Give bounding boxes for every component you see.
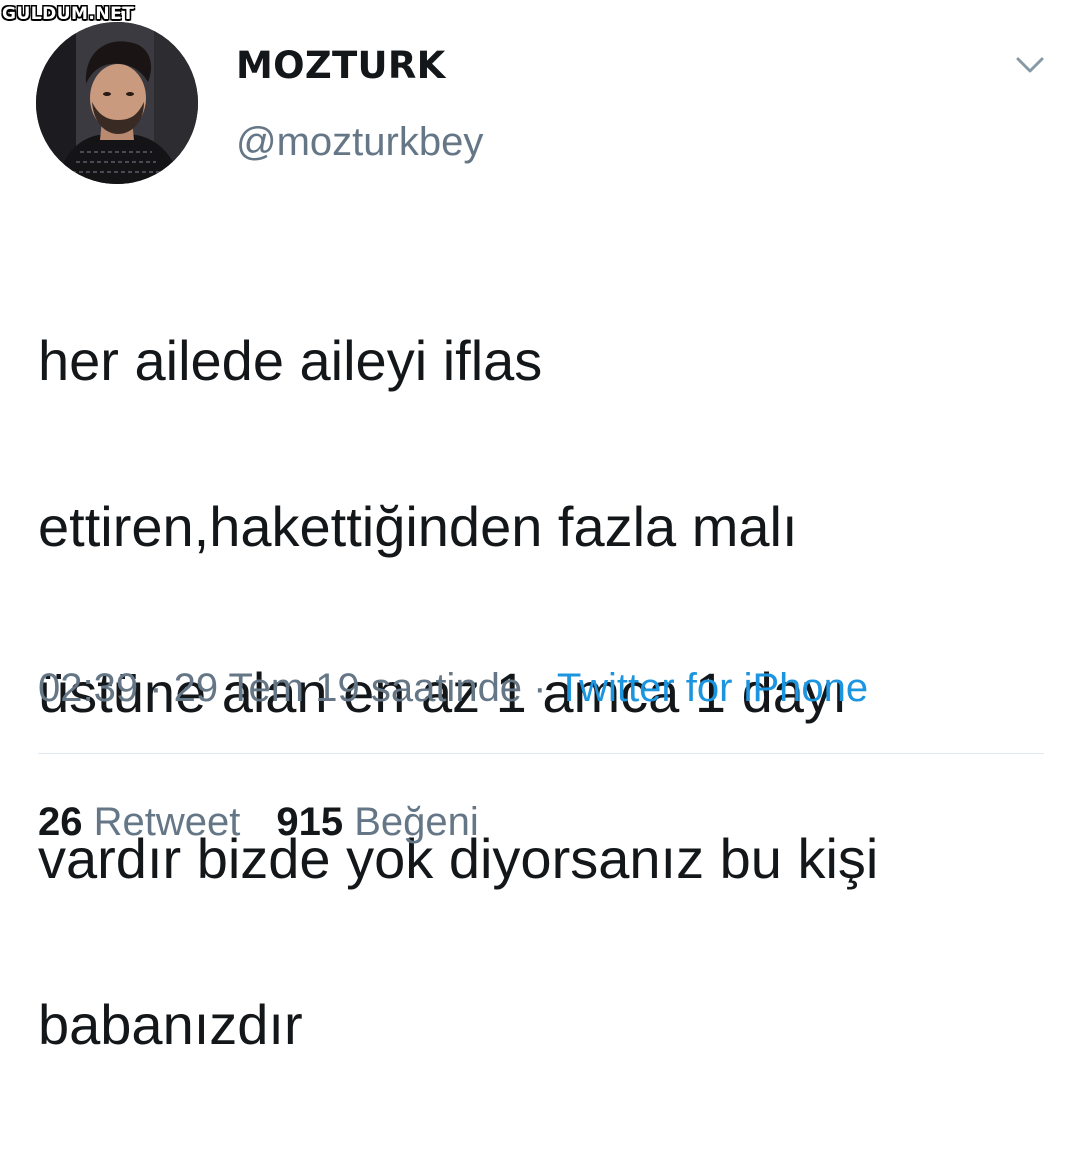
- like-label: Beğeni: [354, 800, 479, 844]
- tweet-source-link[interactable]: Twitter for iPhone: [557, 666, 868, 710]
- meta-separator: ·: [522, 666, 557, 710]
- retweet-label: Retweet: [93, 800, 241, 844]
- tweet-date[interactable]: 29 Tem 19 saatinde: [174, 666, 522, 710]
- divider: [38, 753, 1044, 754]
- user-handle[interactable]: @mozturkbey: [236, 120, 483, 165]
- profile-photo: [36, 22, 198, 184]
- like-count-number: 915: [276, 800, 344, 844]
- tweet-meta: 02:39 · 29 Tem 19 saatinde · Twitter for…: [38, 666, 868, 711]
- meta-separator: ·: [138, 666, 174, 710]
- retweet-count-number: 26: [38, 800, 83, 844]
- display-name[interactable]: MOZTURK: [236, 44, 446, 87]
- like-count[interactable]: 915 Beğeni: [276, 800, 478, 845]
- chevron-down-icon[interactable]: [1010, 50, 1050, 80]
- retweet-count[interactable]: 26 Retweet: [38, 800, 240, 845]
- tweet-text-line: babanızdır: [38, 993, 303, 1056]
- tweet-time[interactable]: 02:39: [38, 666, 138, 710]
- tweet-text-line: her ailede aileyi iflas: [38, 329, 543, 392]
- tweet-stats: 26 Retweet 915 Beğeni: [38, 800, 479, 845]
- tweet-text-line: ettiren,hakettiğinden fazla malı: [38, 495, 798, 558]
- watermark: GULDUM.NET: [2, 4, 135, 24]
- avatar[interactable]: [36, 22, 198, 184]
